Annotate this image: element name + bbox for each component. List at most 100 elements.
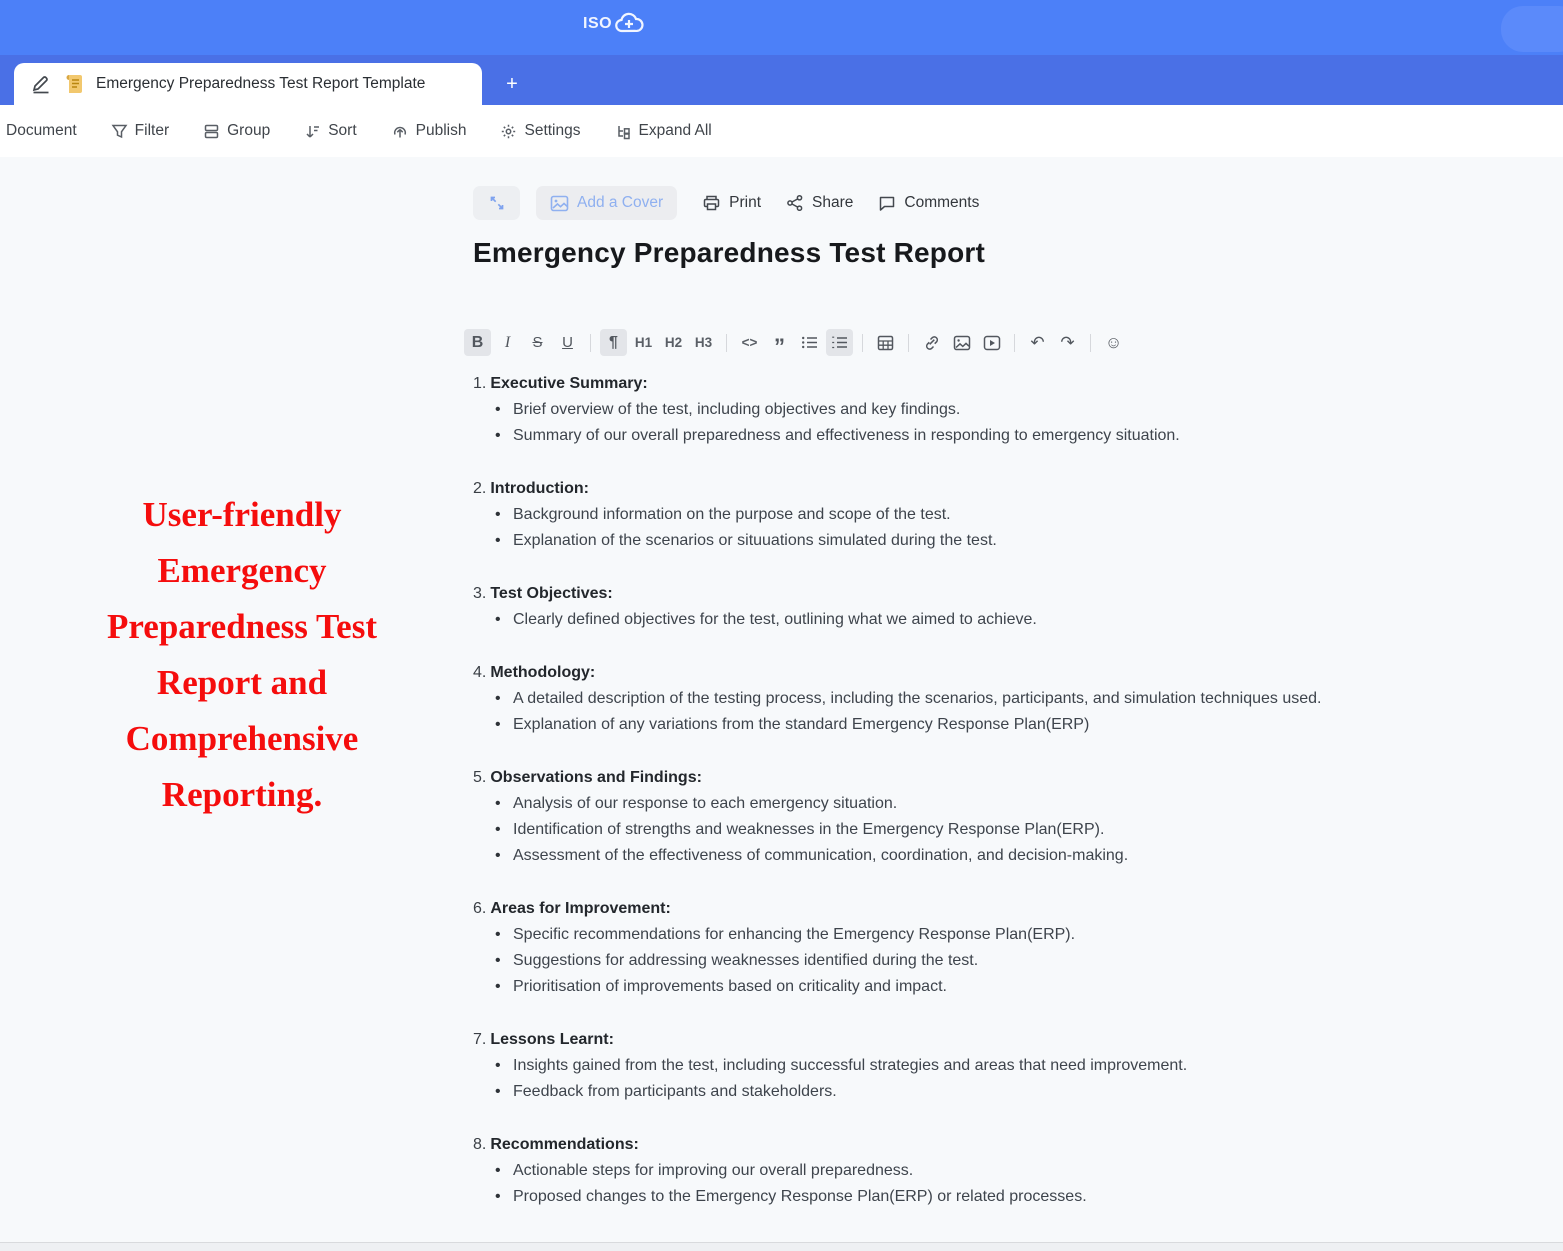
heading3-button[interactable]: H3 — [690, 329, 717, 356]
numbered-list-button[interactable] — [826, 329, 853, 356]
expand-document-button[interactable] — [473, 186, 520, 220]
emoji-button[interactable]: ☺ — [1100, 329, 1127, 356]
toolbar-label: Settings — [524, 122, 580, 140]
code-button[interactable]: <> — [736, 329, 763, 356]
bullet-list-button[interactable] — [796, 329, 823, 356]
insert-link-button[interactable] — [918, 329, 945, 356]
diagonal-expand-icon — [488, 194, 506, 212]
doc-section[interactable]: 5.Observations and Findings:Analysis of … — [473, 765, 1339, 869]
toolbar-item-sort[interactable]: Sort — [287, 105, 373, 157]
doc-section[interactable]: 6.Areas for Improvement:Specific recomme… — [473, 896, 1339, 1000]
redo-button[interactable]: ↷ — [1054, 329, 1081, 356]
share-button[interactable]: Share — [786, 194, 853, 212]
toolbar-item-filter[interactable]: Filter — [94, 105, 186, 157]
document-title[interactable]: Emergency Preparedness Test Report — [473, 237, 985, 269]
bullet-item: Clearly defined objectives for the test,… — [473, 607, 1339, 633]
document-canvas: Add a Cover Print Share Comments — [0, 157, 1563, 1242]
heading1-button[interactable]: H1 — [630, 329, 657, 356]
doc-section[interactable]: 1.Executive Summary:Brief overview of th… — [473, 371, 1339, 449]
link-icon — [923, 335, 941, 351]
section-title: Executive Summary: — [490, 375, 647, 392]
blockquote-button[interactable]: ” — [766, 329, 793, 356]
expand-all-icon — [615, 123, 632, 140]
document-tab-bar: Emergency Preparedness Test Report Templ… — [0, 55, 1563, 105]
add-cover-button[interactable]: Add a Cover — [536, 186, 677, 220]
section-bullet-list: Clearly defined objectives for the test,… — [473, 607, 1339, 633]
section-title: Test Objectives: — [490, 585, 612, 602]
doc-section[interactable]: 7.Lessons Learnt:Insights gained from th… — [473, 1027, 1339, 1105]
toolbar-divider — [590, 334, 591, 352]
bullet-item: Background information on the purpose an… — [473, 502, 1339, 528]
edit-pencil-icon[interactable] — [30, 73, 52, 95]
section-heading: 7.Lessons Learnt: — [473, 1027, 1339, 1053]
section-heading: 5.Observations and Findings: — [473, 765, 1339, 791]
section-bullet-list: A detailed description of the testing pr… — [473, 686, 1339, 738]
heading2-button[interactable]: H2 — [660, 329, 687, 356]
toolbar-item-expand-all[interactable]: Expand All — [598, 105, 729, 157]
section-heading: 2.Introduction: — [473, 476, 1339, 502]
format-toolbar: B I S U ¶ H1 H2 H3 <> ” — [464, 329, 1127, 356]
strikethrough-button[interactable]: S — [524, 329, 551, 356]
doc-section[interactable]: 4.Methodology:A detailed description of … — [473, 660, 1339, 738]
cloud-plus-icon — [614, 12, 644, 36]
bullet-item: Identification of strengths and weakness… — [473, 817, 1339, 843]
toolbar-label: Publish — [416, 122, 467, 140]
bullet-item: Proposed changes to the Emergency Respon… — [473, 1184, 1339, 1210]
insert-image-icon — [953, 335, 971, 351]
document-editor-body[interactable]: 1.Executive Summary:Brief overview of th… — [473, 371, 1339, 1237]
bullet-item: Summary of our overall preparedness and … — [473, 423, 1339, 449]
annotation-line: Reporting. — [52, 767, 432, 823]
section-bullet-list: Analysis of our response to each emergen… — [473, 791, 1339, 869]
insert-image-button[interactable] — [948, 329, 975, 356]
iso-cloud-logo: ISO — [583, 12, 644, 36]
section-heading: 1.Executive Summary: — [473, 371, 1339, 397]
italic-button[interactable]: I — [494, 329, 521, 356]
bold-button[interactable]: B — [464, 329, 491, 356]
comments-button[interactable]: Comments — [878, 194, 979, 212]
insert-video-button[interactable] — [978, 329, 1005, 356]
underline-button[interactable]: U — [554, 329, 581, 356]
print-button[interactable]: Print — [702, 194, 761, 212]
bullet-item: Actionable steps for improving our overa… — [473, 1158, 1339, 1184]
doc-section[interactable]: 8.Recommendations:Actionable steps for i… — [473, 1132, 1339, 1210]
section-heading: 3.Test Objectives: — [473, 581, 1339, 607]
bullet-item: Assessment of the effectiveness of commu… — [473, 843, 1339, 869]
tab-title: Emergency Preparedness Test Report Templ… — [96, 75, 425, 93]
paragraph-button[interactable]: ¶ — [600, 329, 627, 356]
tab-emergency-report-template[interactable]: Emergency Preparedness Test Report Templ… — [14, 63, 482, 105]
annotation-line: User-friendly — [52, 487, 432, 543]
toolbar-item-document[interactable]: Document — [0, 105, 94, 157]
section-number: 5. — [473, 769, 486, 786]
toolbar-item-publish[interactable]: Publish — [374, 105, 484, 157]
annotation-line: Comprehensive — [52, 711, 432, 767]
doc-section[interactable]: 2.Introduction:Background information on… — [473, 476, 1339, 554]
new-tab-button[interactable]: + — [492, 63, 532, 105]
bullet-item: Analysis of our response to each emergen… — [473, 791, 1339, 817]
image-icon — [550, 195, 569, 212]
section-number: 2. — [473, 480, 486, 497]
section-bullet-list: Insights gained from the test, including… — [473, 1053, 1339, 1105]
undo-button[interactable]: ↶ — [1024, 329, 1051, 356]
doc-section[interactable]: 3.Test Objectives:Clearly defined object… — [473, 581, 1339, 633]
toolbar-label: Sort — [328, 122, 356, 140]
top-right-button[interactable] — [1501, 6, 1563, 52]
toolbar-divider — [1090, 334, 1091, 352]
add-cover-label: Add a Cover — [577, 194, 663, 212]
toolbar-item-group[interactable]: Group — [186, 105, 287, 157]
section-heading: 8.Recommendations: — [473, 1132, 1339, 1158]
bullet-list-icon — [801, 335, 818, 350]
section-number: 7. — [473, 1031, 486, 1048]
section-heading: 6.Areas for Improvement: — [473, 896, 1339, 922]
publish-icon — [391, 123, 409, 140]
bullet-item: Specific recommendations for enhancing t… — [473, 922, 1339, 948]
annotation-line: Report and — [52, 655, 432, 711]
print-label: Print — [729, 194, 761, 212]
bullet-item: A detailed description of the testing pr… — [473, 686, 1339, 712]
toolbar-label: Expand All — [639, 122, 712, 140]
toolbar-item-settings[interactable]: Settings — [483, 105, 597, 157]
share-icon — [786, 194, 804, 212]
sort-icon — [304, 123, 321, 140]
insert-table-button[interactable] — [872, 329, 899, 356]
bullet-item: Explanation of any variations from the s… — [473, 712, 1339, 738]
toolbar-divider — [726, 334, 727, 352]
